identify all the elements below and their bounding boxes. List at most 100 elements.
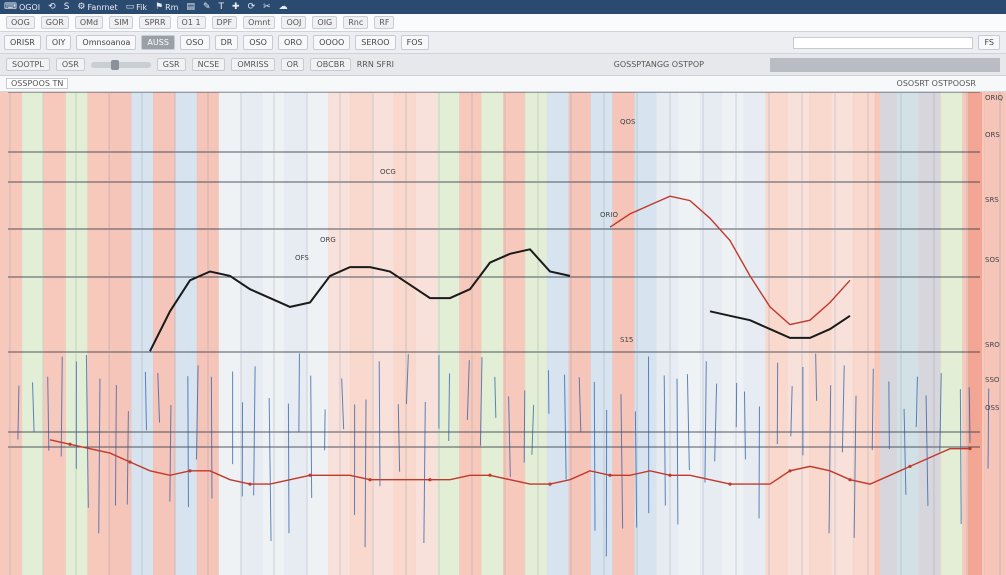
- titlebar-tool-12[interactable]: ☁: [279, 2, 288, 12]
- titlebar-tool-icon: ✚: [232, 1, 240, 12]
- titlebar-tool-label: Fanrnet: [87, 2, 118, 12]
- menu-item-11[interactable]: RF: [374, 16, 395, 29]
- titlebar-tool-icon: ⌨: [4, 1, 17, 12]
- titlebar-tool-9[interactable]: ✚: [232, 1, 240, 12]
- background-band: [174, 92, 198, 575]
- toolbar-button-10[interactable]: FOS: [400, 35, 429, 50]
- toolbar-button-1[interactable]: OIY: [45, 35, 72, 50]
- titlebar-tool-6[interactable]: ▤: [186, 2, 195, 12]
- status-left-field[interactable]: OSSPOOS TN: [6, 78, 69, 89]
- toolbar-right-value[interactable]: FS: [978, 35, 1000, 50]
- titlebar-tool-7[interactable]: ✎: [203, 2, 211, 12]
- toolbar-button-6[interactable]: OSO: [243, 35, 273, 50]
- series-point: [188, 469, 192, 473]
- background-band: [371, 92, 395, 575]
- option-4[interactable]: OMRISS: [231, 58, 275, 71]
- menu-item-10[interactable]: Rnc: [343, 16, 369, 29]
- background-band: [240, 92, 263, 575]
- toolbar-button-8[interactable]: OOOO: [313, 35, 351, 50]
- menu-item-9[interactable]: OIG: [312, 16, 338, 29]
- series-point: [308, 473, 312, 477]
- option-1[interactable]: OSR: [55, 58, 85, 71]
- titlebar-tool-1[interactable]: ⟲: [48, 2, 56, 12]
- background-band: [852, 92, 876, 575]
- option-6[interactable]: OBCBR: [310, 58, 351, 71]
- menu-item-5[interactable]: O1 1: [176, 16, 206, 29]
- titlebar-tool-icon: ⟳: [247, 1, 256, 12]
- signal-spike: [210, 376, 213, 499]
- menu-item-3[interactable]: SIM: [109, 16, 134, 29]
- background-band: [590, 92, 613, 575]
- titlebar-tool-11[interactable]: ✂: [263, 1, 271, 12]
- menu-item-8[interactable]: OOJ: [281, 16, 307, 29]
- menu-item-7[interactable]: Omnt: [243, 16, 276, 29]
- toolbar-button-9[interactable]: SEROO: [355, 35, 396, 50]
- option-5[interactable]: OR: [280, 58, 305, 71]
- background-band: [306, 92, 329, 575]
- signal-spike: [523, 390, 526, 463]
- titlebar-tool-icon: ✂: [263, 1, 271, 12]
- option-3[interactable]: NCSE: [191, 58, 226, 71]
- menu-item-6[interactable]: DPF: [211, 16, 238, 29]
- toolbar-button-0[interactable]: ORISR: [4, 35, 41, 50]
- background-band: [984, 92, 1006, 575]
- toolbar-button-4[interactable]: OSO: [179, 35, 210, 50]
- toolbar-button-7[interactable]: ORO: [277, 35, 309, 50]
- series-point: [968, 447, 972, 451]
- chart-annotation: OSS: [985, 404, 1000, 412]
- background-band: [43, 92, 67, 575]
- titlebar-tool-4[interactable]: ▭ Fik: [125, 1, 147, 12]
- titlebar-tool-5[interactable]: ⚑ Rm: [155, 2, 179, 12]
- chart-annotation: SOS: [985, 256, 1000, 264]
- status-right-readout: OSOSRT OSTPOOSR: [896, 79, 976, 88]
- menu-item-0[interactable]: OOG: [6, 16, 35, 29]
- toolbar: ORISR OIY Omnsoanoa AUSS OSO DR OSO ORO OOOO SERO…: [0, 32, 1006, 54]
- toolbar-search-input[interactable]: [793, 36, 974, 49]
- toolbar-button-2[interactable]: Omnsoanoa: [76, 35, 137, 50]
- option-2[interactable]: GSR: [156, 58, 186, 71]
- chart-annotation: ORS: [985, 131, 1000, 139]
- background-band: [328, 92, 351, 575]
- series-point: [488, 473, 492, 477]
- background-band: [940, 92, 963, 575]
- menu-item-1[interactable]: GOR: [40, 16, 69, 29]
- titlebar-tool-0[interactable]: ⌨ OGOI: [4, 1, 40, 12]
- titlebar-tool-3[interactable]: ⚙ Fanrnet: [77, 1, 118, 12]
- toolbar-button-3[interactable]: AUSS: [141, 35, 175, 50]
- status-bar: OSSPOOS TN OSOSRT OSTPOOSR: [0, 76, 1006, 92]
- background-band: [568, 92, 591, 575]
- menu-item-2[interactable]: OMd: [74, 16, 104, 29]
- titlebar-tool-icon: T: [218, 1, 225, 12]
- plot-area[interactable]: OCG QOS ORG OFS S15 ORIO ORIQ ORS SRS SOS SRO SSO OS…: [0, 92, 1006, 575]
- background-band: [743, 92, 766, 575]
- menu-item-4[interactable]: SPRR: [139, 16, 171, 29]
- titlebar-tool-icon: ⚙: [77, 1, 86, 12]
- titlebar-tool-10[interactable]: ⟳: [247, 1, 256, 12]
- background-band: [503, 92, 526, 575]
- background-band: [481, 92, 504, 575]
- chart-annotation: OFS: [295, 254, 309, 262]
- option-0[interactable]: SOOTPL: [6, 58, 50, 71]
- background-band: [109, 92, 132, 575]
- background-band: [131, 92, 154, 575]
- series-point: [848, 478, 852, 482]
- titlebar-tool-icon: ▭: [125, 1, 135, 12]
- titlebar-tool-label: Rm: [165, 2, 179, 12]
- background-band: [0, 92, 23, 575]
- signal-spike: [324, 409, 326, 451]
- background-band: [284, 92, 307, 575]
- background-band: [721, 92, 745, 575]
- chart-canvas[interactable]: OCG QOS ORG OFS S15 ORIO ORIQ ORS SRS SOS SRO SSO OS…: [0, 92, 1006, 575]
- chart-annotation: OCG: [380, 168, 396, 176]
- background-band: [459, 92, 482, 575]
- menu-bar: OOG GOR OMd SIM SPRR O1 1 DPF Omnt OOJ OIG Rnc RF: [0, 14, 1006, 32]
- titlebar-tool-2[interactable]: S: [64, 2, 70, 12]
- zoom-slider[interactable]: [90, 59, 151, 70]
- chart-annotation: SRS: [985, 196, 999, 204]
- toolbar-button-5[interactable]: DR: [214, 35, 239, 50]
- background-band: [968, 92, 982, 575]
- slider-knob[interactable]: [110, 59, 119, 70]
- cursor-readout: RRN SFRI: [356, 60, 394, 69]
- background-band: [787, 92, 810, 575]
- titlebar-tool-8[interactable]: T: [218, 1, 225, 12]
